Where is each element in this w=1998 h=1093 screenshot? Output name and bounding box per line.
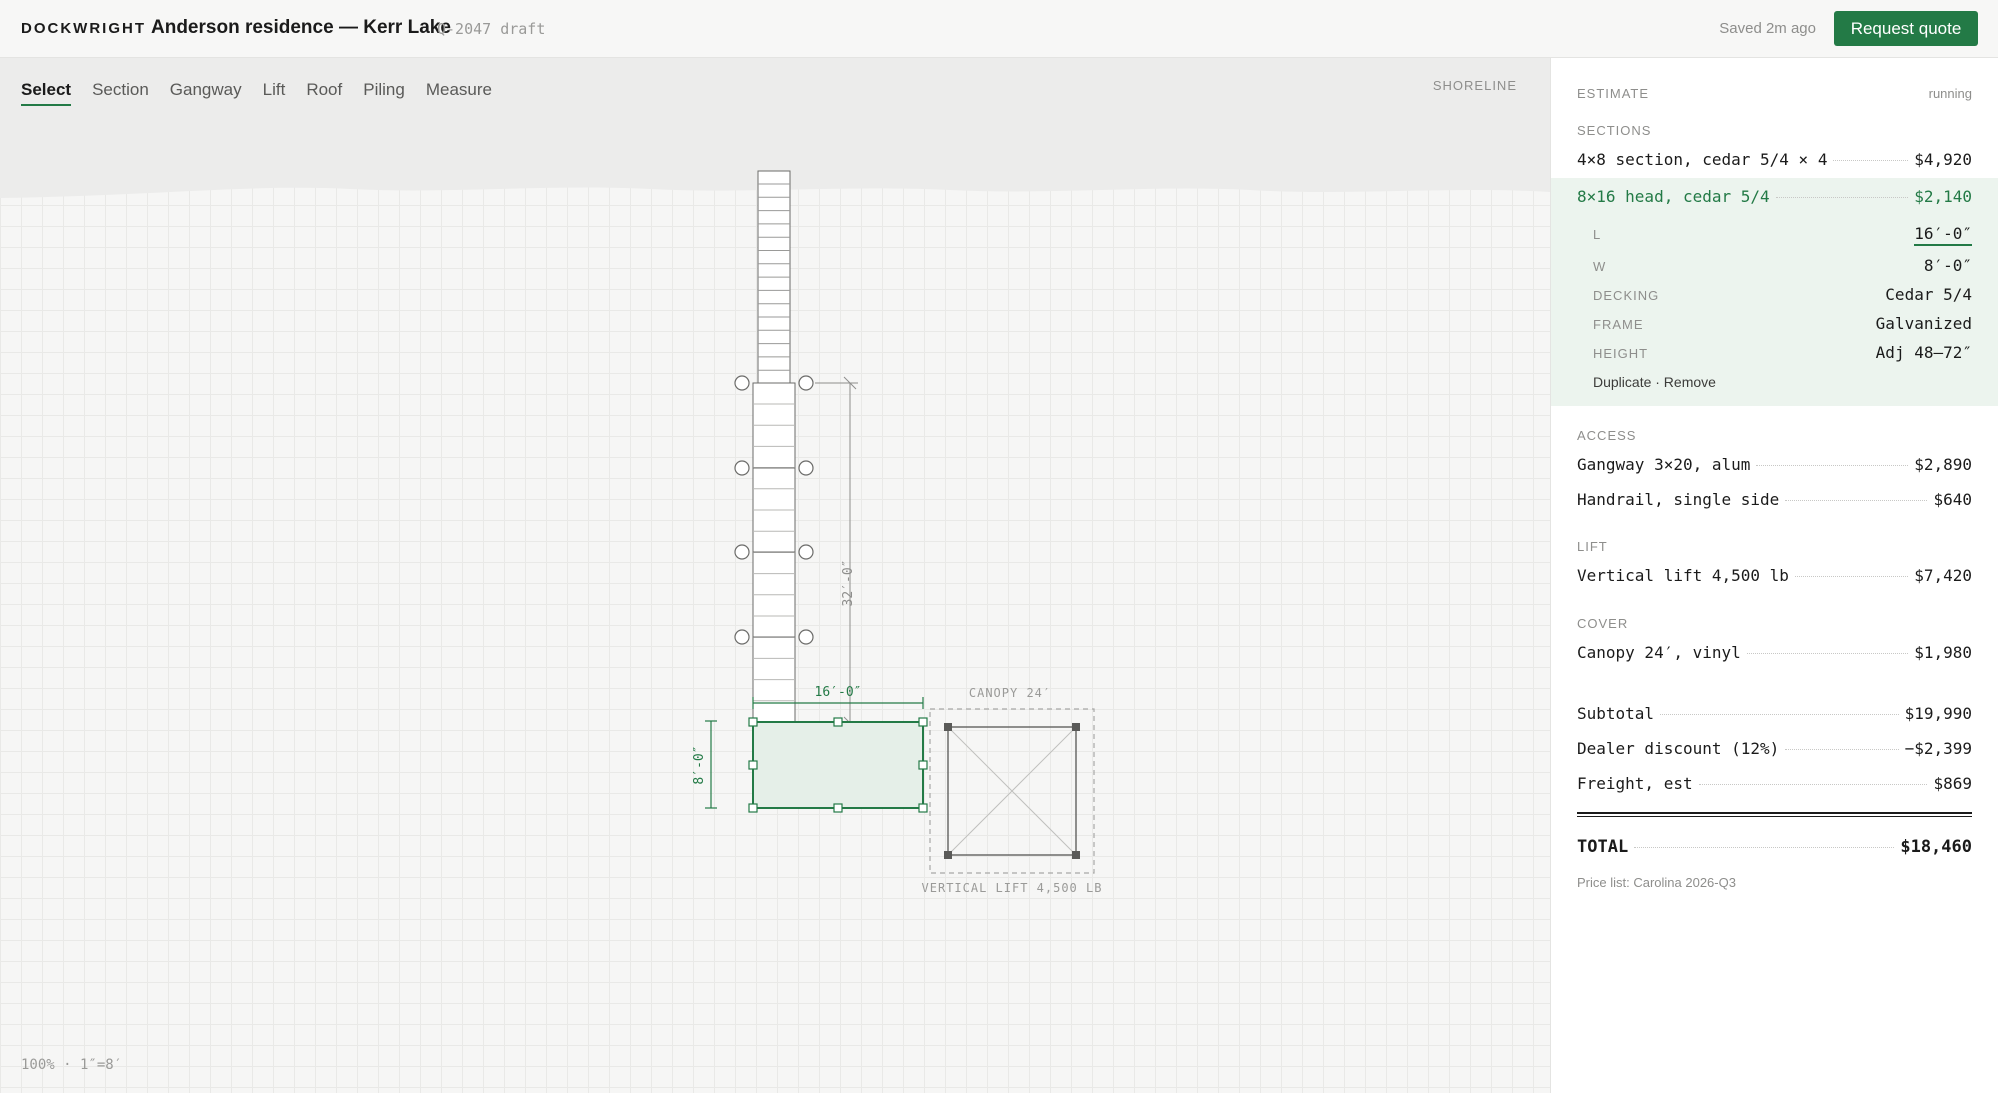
brand-logo[interactable]: DOCKWRIGHT [21, 20, 146, 37]
dim-32-label: 32′-0″ [841, 560, 856, 607]
line-item-name: 4×8 section, cedar 5/4 × 4 [1577, 150, 1828, 169]
dock-sections[interactable] [752, 382, 796, 724]
freight-value: $869 [1933, 774, 1972, 793]
line-item-price: $2,890 [1914, 455, 1972, 474]
prop-key: DECKING [1593, 288, 1660, 303]
zoom-scale-readout: 100% · 1″=8′ [21, 1057, 123, 1073]
prop-length-input[interactable]: 16′-0″ [1914, 224, 1972, 246]
dim-32-line [815, 376, 858, 730]
dock-canvas[interactable]: Select Section Gangway Lift Roof Piling … [0, 58, 1550, 1093]
estimate-title: ESTIMATE [1577, 86, 1650, 101]
prop-decking-select[interactable]: Cedar 5/4 [1885, 285, 1972, 304]
freight-label: Freight, est [1577, 774, 1693, 793]
line-item[interactable]: Handrail, single side $640 [1577, 490, 1972, 509]
total-divider [1577, 812, 1972, 817]
app-header: DOCKWRIGHT Anderson residence — Kerr Lak… [0, 0, 1998, 58]
quote-id: Q-2047 draft [437, 20, 546, 38]
line-item-price: $7,420 [1914, 566, 1972, 585]
discount-label: Dealer discount (12%) [1577, 739, 1780, 758]
line-item-price: $1,980 [1914, 643, 1972, 662]
dock-drawing: 32′-0″ 16′-0″ 8′-0″ CANOPY 24′ VERTICAL … [692, 170, 1103, 895]
estimate-status: running [1928, 86, 1972, 101]
prop-length[interactable]: L 16′-0″ [1593, 224, 1972, 246]
duplicate-remove-links[interactable]: Duplicate · Remove [1593, 374, 1716, 390]
prop-decking[interactable]: DECKING Cedar 5/4 [1593, 285, 1972, 304]
gangway-shape[interactable] [757, 170, 791, 384]
lift-heading: LIFT [1577, 539, 1608, 554]
line-item-name: 8×16 head, cedar 5/4 [1577, 187, 1770, 206]
selected-head-section[interactable] [748, 717, 928, 813]
sections-heading: SECTIONS [1577, 123, 1652, 138]
line-item-name: Canopy 24′, vinyl [1577, 643, 1741, 662]
line-item-name: Handrail, single side [1577, 490, 1780, 509]
discount-row: Dealer discount (12%) −$2,399 [1577, 739, 1972, 758]
subtotal-value: $19,990 [1904, 704, 1972, 723]
prop-width[interactable]: W 8′-0″ [1593, 256, 1972, 275]
prop-height[interactable]: HEIGHT Adj 48–72″ [1593, 343, 1972, 362]
price-list-note: Price list: Carolina 2026-Q3 [1577, 875, 1736, 890]
canopy-label: CANOPY 24′ [969, 686, 1051, 700]
line-item[interactable]: 4×8 section, cedar 5/4 × 4 $4,920 [1577, 150, 1972, 169]
prop-frame[interactable]: FRAME Galvanized [1593, 314, 1972, 333]
line-item[interactable]: Gangway 3×20, alum $2,890 [1577, 455, 1972, 474]
line-item-price: $640 [1933, 490, 1972, 509]
estimate-panel: ESTIMATE running SECTIONS 4×8 section, c… [1550, 58, 1998, 1093]
saved-status: Saved 2m ago [1719, 20, 1816, 37]
access-heading: ACCESS [1577, 428, 1637, 443]
request-quote-button[interactable]: Request quote [1834, 11, 1978, 46]
line-item-name: Vertical lift 4,500 lb [1577, 566, 1789, 585]
dim-8-label: 8′-0″ [692, 745, 707, 784]
discount-value: −$2,399 [1904, 739, 1972, 758]
cover-heading: COVER [1577, 616, 1629, 631]
subtotal-label: Subtotal [1577, 704, 1655, 723]
prop-height-select[interactable]: Adj 48–72″ [1876, 343, 1972, 362]
total-value: $18,460 [1900, 837, 1972, 857]
prop-key: W [1593, 259, 1607, 274]
line-item-selected[interactable]: 8×16 head, cedar 5/4 $2,140 [1577, 187, 1972, 206]
line-item[interactable]: Canopy 24′, vinyl $1,980 [1577, 643, 1972, 662]
prop-key: FRAME [1593, 317, 1644, 332]
lift-label: VERTICAL LIFT 4,500 LB [922, 881, 1103, 895]
prop-key: L [1593, 227, 1602, 242]
line-item-price: $2,140 [1914, 187, 1972, 206]
dim-16-label: 16′-0″ [815, 685, 862, 700]
line-item[interactable]: Vertical lift 4,500 lb $7,420 [1577, 566, 1972, 585]
prop-width-input[interactable]: 8′-0″ [1924, 256, 1972, 275]
line-item-name: Gangway 3×20, alum [1577, 455, 1751, 474]
project-title: Anderson residence — Kerr Lake [151, 17, 451, 38]
vertical-lift-shape[interactable] [944, 723, 1080, 859]
subtotal-row: Subtotal $19,990 [1577, 704, 1972, 723]
prop-frame-select[interactable]: Galvanized [1876, 314, 1972, 333]
freight-row: Freight, est $869 [1577, 774, 1972, 793]
total-label: TOTAL [1577, 837, 1629, 857]
line-item-price: $4,920 [1914, 150, 1972, 169]
prop-key: HEIGHT [1593, 346, 1649, 361]
total-row: TOTAL $18,460 [1577, 837, 1972, 857]
